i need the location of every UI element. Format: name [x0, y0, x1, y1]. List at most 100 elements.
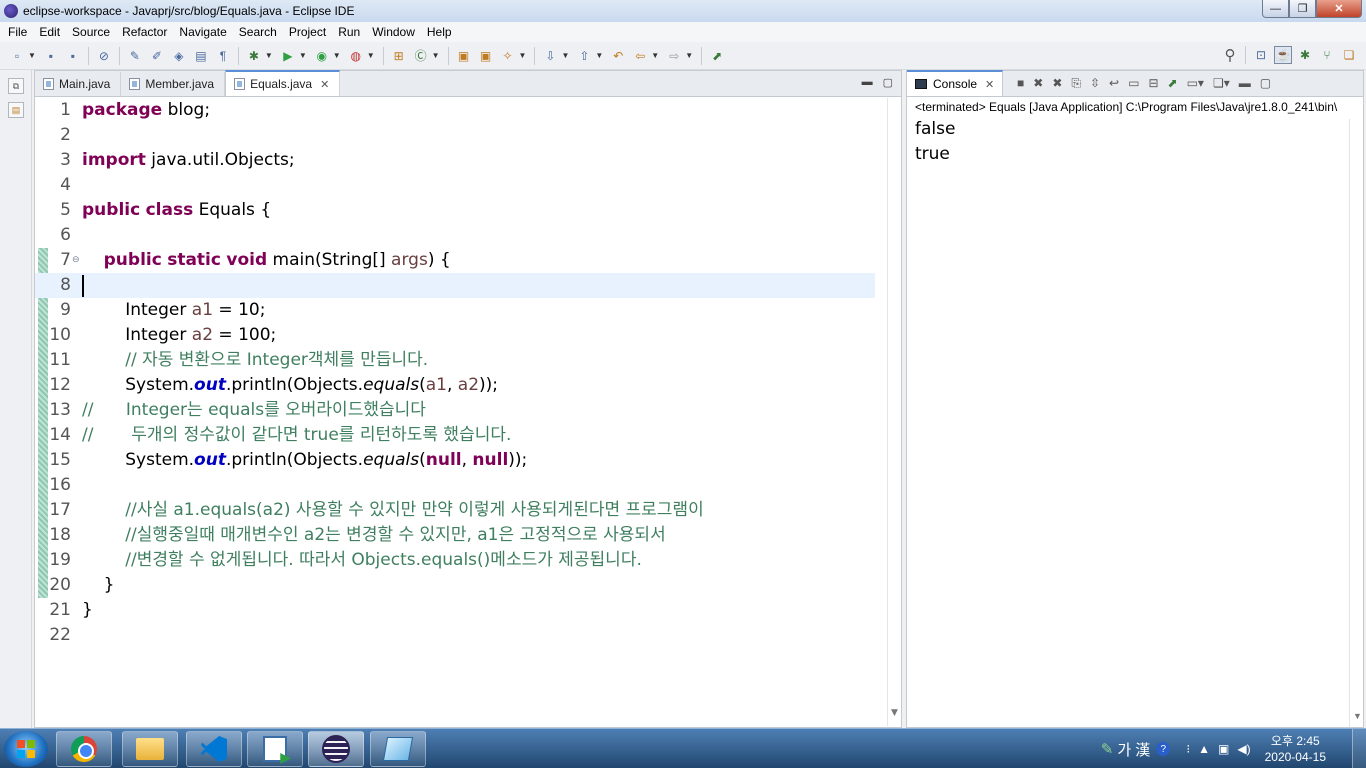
volume-icon[interactable]: ◀): [1237, 742, 1250, 756]
taskbar-eclipse[interactable]: [308, 731, 364, 767]
dropdown-arrow-icon[interactable]: ▼: [685, 51, 693, 60]
menu-project[interactable]: Project: [283, 25, 332, 39]
code-line[interactable]: 16: [35, 473, 875, 498]
editor-vertical-scrollbar[interactable]: ▼: [887, 98, 901, 726]
open-task-icon[interactable]: ✎: [126, 47, 144, 65]
dropdown-arrow-icon[interactable]: ▼: [299, 51, 307, 60]
new-package-icon[interactable]: ⊞: [390, 47, 408, 65]
code-line[interactable]: 9 Integer a1 = 10;: [35, 298, 875, 323]
code-line[interactable]: 13 // Integer는 equals를 오버라이드했습니다: [35, 398, 875, 423]
code-line[interactable]: 12 System.out.println(Objects.equals(a1,…: [35, 373, 875, 398]
dropdown-arrow-icon[interactable]: ▼: [519, 51, 527, 60]
system-clock[interactable]: 오후 2:45 2020-04-15: [1265, 733, 1326, 765]
code-line[interactable]: 17 //사실 a1.equals(a2) 사용할 수 있지만 만약 이렇게 사…: [35, 498, 875, 523]
open-perspective-icon[interactable]: ⊡: [1252, 46, 1270, 64]
taskbar-notepad[interactable]: [370, 731, 426, 767]
new-console-icon[interactable]: ❏▾: [1213, 76, 1230, 91]
scroll-down-arrow-icon[interactable]: ▼: [1353, 711, 1362, 721]
pin-editor-icon[interactable]: ⬈: [708, 47, 726, 65]
menu-file[interactable]: File: [2, 25, 33, 39]
highlight-icon[interactable]: ✐: [148, 47, 166, 65]
show-desktop-button[interactable]: [1352, 729, 1366, 768]
console-output[interactable]: false true: [915, 117, 955, 167]
forward-icon[interactable]: ⇨: [665, 47, 683, 65]
code-line[interactable]: 5 public class Equals {: [35, 198, 875, 223]
skip-breakpoints-icon[interactable]: ⊘: [95, 47, 113, 65]
menu-window[interactable]: Window: [366, 25, 421, 39]
new-icon[interactable]: ▫: [8, 47, 26, 65]
dropdown-arrow-icon[interactable]: ▼: [367, 51, 375, 60]
block-selection-icon[interactable]: ▤: [192, 47, 210, 65]
git-perspective-icon[interactable]: ⑂: [1318, 46, 1336, 64]
package-explorer-icon[interactable]: ▤: [8, 102, 24, 118]
close-tab-icon[interactable]: ✕: [985, 78, 994, 91]
help-icon[interactable]: ?: [1156, 742, 1171, 756]
code-line[interactable]: 10 Integer a2 = 100;: [35, 323, 875, 348]
scroll-lock-icon[interactable]: ⇳: [1090, 76, 1100, 91]
next-annotation-icon[interactable]: ⇩: [541, 47, 559, 65]
terminate-icon[interactable]: ■: [1017, 76, 1024, 91]
open-console-icon[interactable]: ▭▾: [1187, 76, 1204, 91]
code-editor[interactable]: ▼ 1 package blog; 2 3 import java.util.Objec…: [35, 98, 901, 726]
word-wrap-icon[interactable]: ↩: [1109, 76, 1119, 91]
code-line[interactable]: 8: [35, 273, 875, 298]
scroll-down-arrow-icon[interactable]: ▼: [891, 708, 898, 718]
tab-console[interactable]: Console ✕: [907, 70, 1004, 96]
minimize-button[interactable]: —: [1262, 0, 1289, 18]
resource-perspective-icon[interactable]: ❏: [1340, 46, 1358, 64]
tab-main-java[interactable]: Main.java: [35, 72, 122, 96]
maximize-button[interactable]: ❐: [1289, 0, 1316, 18]
remove-all-launches-icon[interactable]: ✖: [1052, 76, 1062, 91]
code-line[interactable]: 3 import java.util.Objects;: [35, 148, 875, 173]
tab-member-java[interactable]: Member.java: [121, 72, 226, 96]
dropdown-arrow-icon[interactable]: ▼: [265, 51, 273, 60]
fold-collapse-icon[interactable]: ⊖: [72, 248, 80, 273]
dropdown-arrow-icon[interactable]: ▼: [651, 51, 659, 60]
debug-perspective-icon[interactable]: ✱: [1296, 46, 1314, 64]
search-tool-icon[interactable]: ✧: [499, 47, 517, 65]
tab-equals-java[interactable]: Equals.java ✕: [225, 70, 341, 96]
toggle-mark-icon[interactable]: ◈: [170, 47, 188, 65]
code-line[interactable]: 2: [35, 123, 875, 148]
run-icon[interactable]: ▶: [279, 47, 297, 65]
close-button[interactable]: ✕: [1316, 0, 1362, 18]
menu-navigate[interactable]: Navigate: [173, 25, 232, 39]
minimize-icon[interactable]: ▬: [1239, 76, 1251, 91]
dropdown-arrow-icon[interactable]: ▼: [333, 51, 341, 60]
external-tools-icon[interactable]: ◍: [347, 47, 365, 65]
start-button[interactable]: [4, 731, 48, 767]
show-console-icon[interactable]: ▭: [1128, 76, 1139, 91]
menu-run[interactable]: Run: [332, 25, 366, 39]
restore-view-icon[interactable]: ⧉: [8, 78, 24, 94]
maximize-icon[interactable]: ▢: [883, 76, 893, 89]
console-vertical-scrollbar[interactable]: ▼: [1349, 119, 1363, 727]
save-icon[interactable]: ▪: [42, 47, 60, 65]
tray-options-icon[interactable]: ⁝: [1186, 742, 1190, 756]
display-selected-console-icon[interactable]: ⬈: [1168, 76, 1178, 91]
maximize-icon[interactable]: ▢: [1260, 76, 1271, 91]
last-edit-icon[interactable]: ↶: [609, 47, 627, 65]
remove-launch-icon[interactable]: ✖: [1033, 76, 1043, 91]
code-line[interactable]: 15 System.out.println(Objects.equals(nul…: [35, 448, 875, 473]
minimize-icon[interactable]: ▬: [862, 76, 873, 89]
code-line[interactable]: 14 // 두개의 정수값이 같다면 true를 리턴하도록 했습니다.: [35, 423, 875, 448]
menu-help[interactable]: Help: [421, 25, 458, 39]
ime-indicator[interactable]: ✎ 가 漢 ?: [1101, 739, 1171, 760]
dropdown-arrow-icon[interactable]: ▼: [561, 51, 569, 60]
show-whitespace-icon[interactable]: ¶: [214, 47, 232, 65]
copy-icon[interactable]: ⎘: [1071, 76, 1081, 91]
menu-refactor[interactable]: Refactor: [116, 25, 173, 39]
code-line[interactable]: 18 //실행중일때 매개변수인 a2는 변경할 수 있지만, a1은 고정적으…: [35, 523, 875, 548]
back-icon[interactable]: ⇦: [631, 47, 649, 65]
network-icon[interactable]: ▣: [1218, 742, 1229, 756]
debug-icon[interactable]: ✱: [245, 47, 263, 65]
code-line[interactable]: 4: [35, 173, 875, 198]
close-tab-icon[interactable]: ✕: [320, 78, 329, 91]
dropdown-arrow-icon[interactable]: ▼: [595, 51, 603, 60]
open-type-icon[interactable]: ▣: [455, 47, 473, 65]
taskbar-explorer[interactable]: [122, 731, 178, 767]
pin-console-icon[interactable]: ⊟: [1148, 76, 1158, 91]
menu-source[interactable]: Source: [66, 25, 116, 39]
coverage-icon[interactable]: ◉: [313, 47, 331, 65]
menu-edit[interactable]: Edit: [33, 25, 66, 39]
